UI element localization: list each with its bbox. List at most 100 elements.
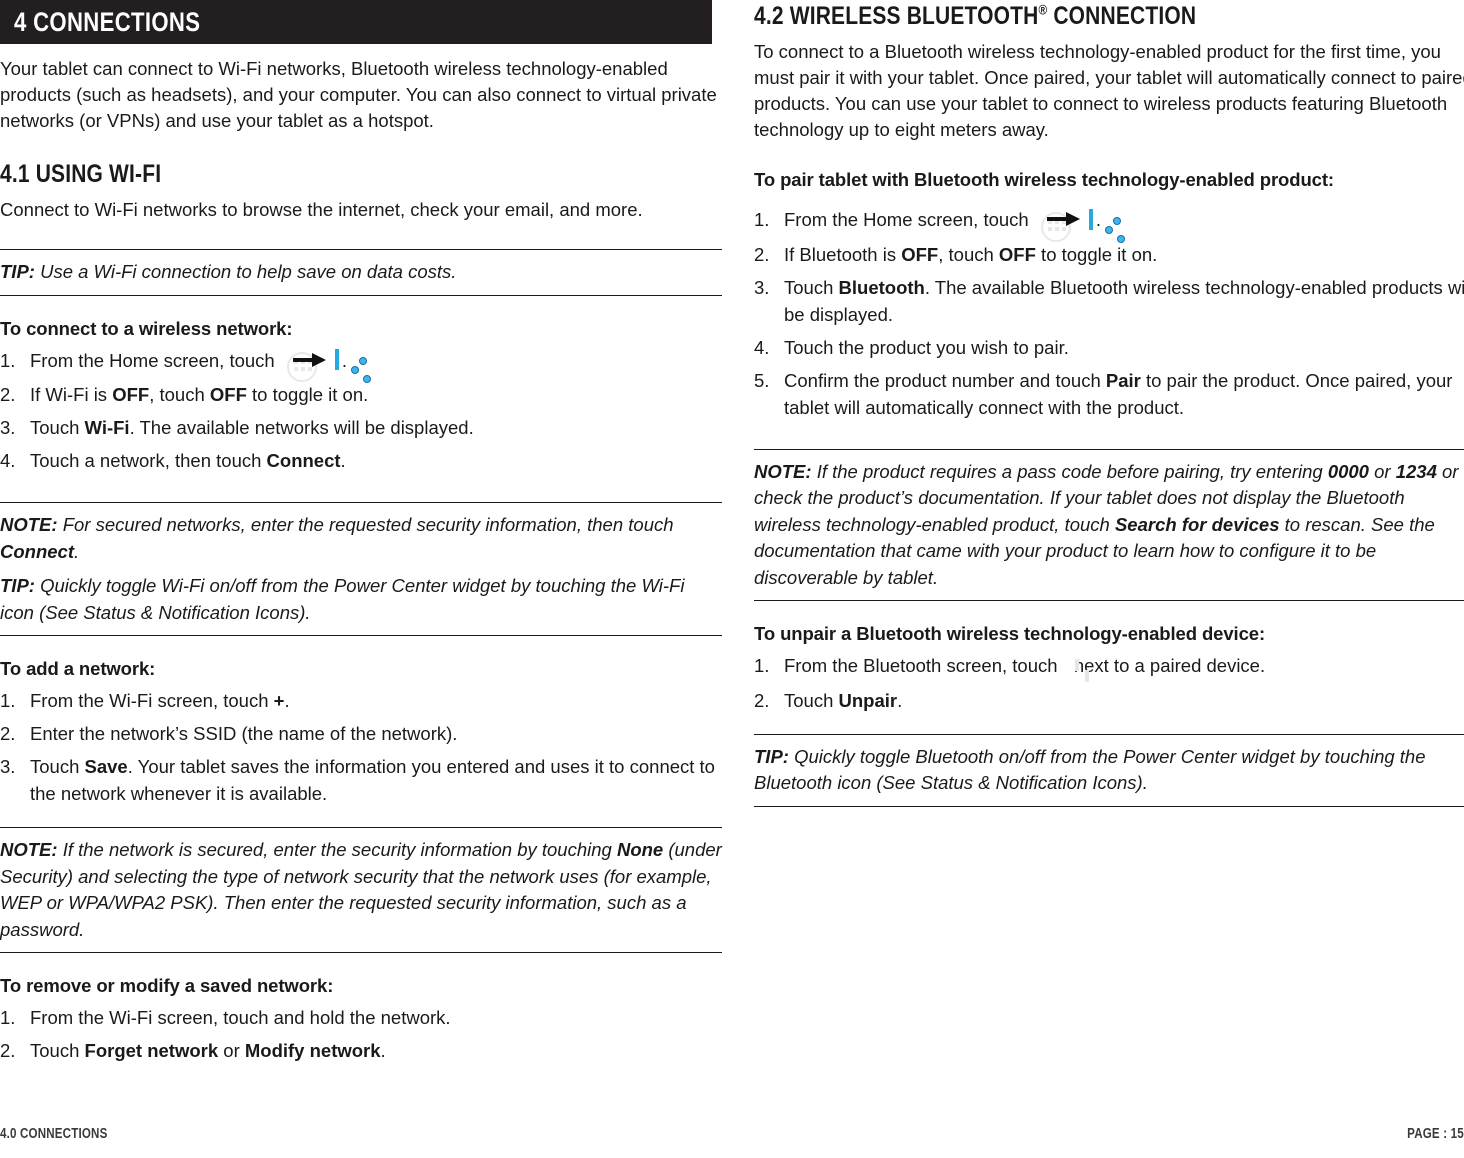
step-item: Touch Bluetooth. The available Bluetooth…	[754, 274, 1464, 328]
step-item: Touch Unpair.	[754, 687, 1464, 714]
settings-icon-glyph	[1088, 208, 1125, 243]
step-text-suffix: .	[341, 349, 347, 371]
step-text: Touch	[784, 276, 839, 298]
step-emphasis: Pair	[1105, 369, 1141, 391]
chapter-title: 4 CONNECTIONS	[14, 6, 201, 37]
note-label: NOTE:	[0, 514, 58, 536]
left-column: 4 CONNECTIONS Your tablet can connect to…	[0, 0, 722, 1070]
footer-page-number: PAGE : 15	[1407, 1126, 1464, 1142]
step-text: Touch a network, then touch	[30, 450, 267, 472]
tip-text: TIP: Use a Wi-Fi connection to help save…	[0, 259, 722, 286]
step-text: or	[218, 1040, 245, 1062]
section-heading-text: 4.2 WIRELESS BLUETOOTH	[754, 2, 1039, 30]
note-body: .	[74, 540, 80, 562]
step-emphasis: OFF	[901, 243, 939, 265]
step-item: From the Home screen, touch .	[0, 346, 722, 384]
step-emphasis: Wi-Fi	[84, 417, 130, 439]
step-emphasis: OFF	[209, 384, 247, 406]
step-text: Touch	[30, 756, 85, 778]
step-text: From the Bluetooth screen, touch	[784, 655, 1063, 677]
step-item: Confirm the product number and touch Pai…	[754, 367, 1464, 421]
step-text: If Wi-Fi is	[30, 384, 113, 406]
tip-body: Use a Wi-Fi connection to help save on d…	[34, 261, 457, 282]
note-emphasis: None	[616, 839, 664, 861]
divider-rule	[754, 805, 1464, 807]
tip-body: Quickly toggle Wi-Fi on/off from the Pow…	[0, 575, 685, 623]
search-for-devices-label: Search for devices	[1114, 513, 1280, 535]
step-item: Touch a network, then touch Connect.	[0, 447, 722, 474]
note-text: NOTE: For secured networks, enter the re…	[0, 512, 722, 565]
steps-unpair-bluetooth: From the Bluetooth screen, touch next to…	[754, 652, 1464, 714]
note-emphasis: Connect	[0, 540, 74, 562]
app-drawer-icon[interactable]	[280, 346, 317, 383]
step-emphasis: Forget network	[84, 1040, 219, 1062]
step-text: From the Home screen, touch	[784, 209, 1034, 230]
section-heading-4-2: 4.2 WIRELESS BLUETOOTH® CONNECTION	[754, 2, 1360, 31]
procedure-title-remove-modify-network: To remove or modify a saved network:	[0, 975, 334, 997]
step-text: Touch	[784, 689, 839, 711]
note-body: If the product requires a pass code befo…	[811, 460, 1328, 482]
tip-text: TIP: Quickly toggle Bluetooth on/off fro…	[754, 744, 1464, 797]
step-item: Touch Forget network or Modify network.	[0, 1037, 722, 1064]
step-text: , touch	[149, 384, 210, 406]
step-text-suffix: next to a paired device.	[1068, 655, 1266, 677]
page-footer: 4.0 CONNECTIONS PAGE : 15	[0, 1126, 1464, 1142]
note-label: NOTE:	[0, 839, 58, 861]
step-text: to toggle it on.	[1035, 243, 1158, 265]
step-text-suffix: .	[1095, 209, 1101, 230]
step-emphasis: Save	[84, 756, 128, 778]
tip-label: TIP:	[754, 745, 789, 767]
step-text: .	[284, 690, 290, 712]
step-emphasis: Modify network	[244, 1040, 381, 1062]
step-text: Confirm the product number and touch	[784, 369, 1106, 391]
step-emphasis: OFF	[112, 384, 150, 406]
tip-text: TIP: Quickly toggle Wi-Fi on/off from th…	[0, 573, 722, 626]
settings-sliders-icon[interactable]	[1086, 206, 1125, 243]
tip-block-wifi-data-costs: TIP: Use a Wi-Fi connection to help save…	[0, 250, 722, 295]
step-item: From the Bluetooth screen, touch next to…	[754, 652, 1464, 682]
manual-page: 4 CONNECTIONS Your tablet can connect to…	[0, 0, 1464, 1158]
section-4-2-intro: To connect to a Bluetooth wireless techn…	[754, 41, 1464, 140]
procedure-title-add-network: To add a network:	[0, 658, 156, 680]
step-emphasis: OFF	[998, 243, 1036, 265]
page-columns: 4 CONNECTIONS Your tablet can connect to…	[0, 0, 1464, 1070]
step-text: Touch	[30, 1040, 85, 1062]
settings-sliders-icon[interactable]	[332, 346, 371, 384]
step-item: From the Wi-Fi screen, touch and hold th…	[0, 1004, 451, 1031]
step-emphasis: Connect	[266, 450, 341, 472]
steps-pair-bluetooth: From the Home screen, touch . If Bluetoo…	[754, 206, 1464, 421]
step-item: If Bluetooth is OFF, touch OFF to toggle…	[754, 241, 1464, 268]
chapter-title-bar: 4 CONNECTIONS	[0, 0, 712, 44]
step-text: .	[340, 450, 346, 472]
step-item: Enter the network’s SSID (the name of th…	[0, 720, 458, 747]
chapter-intro-paragraph: Your tablet can connect to Wi-Fi network…	[0, 58, 717, 131]
steps-remove-modify-network: From the Wi-Fi screen, touch and hold th…	[0, 1004, 722, 1064]
step-text: From the Home screen, touch	[30, 349, 280, 371]
step-text: .	[380, 1040, 386, 1062]
note-tip-block-secured-networks: NOTE: For secured networks, enter the re…	[0, 503, 722, 635]
passcode-1234: 1234	[1395, 460, 1437, 482]
tip-block-bluetooth-toggle: TIP: Quickly toggle Bluetooth on/off fro…	[754, 735, 1464, 806]
app-drawer-icon[interactable]	[1034, 206, 1071, 242]
step-text: If Bluetooth is	[784, 243, 902, 265]
plus-icon: +	[273, 690, 285, 712]
note-label: NOTE:	[754, 460, 812, 482]
settings-icon-glyph	[334, 349, 371, 384]
device-settings-icon[interactable]	[1063, 652, 1089, 682]
note-block-secured-network-security: NOTE: If the network is secured, enter t…	[0, 828, 722, 952]
step-item: From the Wi-Fi screen, touch +.	[0, 687, 722, 714]
step-item: Touch the product you wish to pair.	[754, 334, 1069, 361]
section-heading-4-1: 4.1 USING WI-FI	[0, 160, 162, 188]
step-item: Touch Save. Your tablet saves the inform…	[0, 753, 722, 807]
